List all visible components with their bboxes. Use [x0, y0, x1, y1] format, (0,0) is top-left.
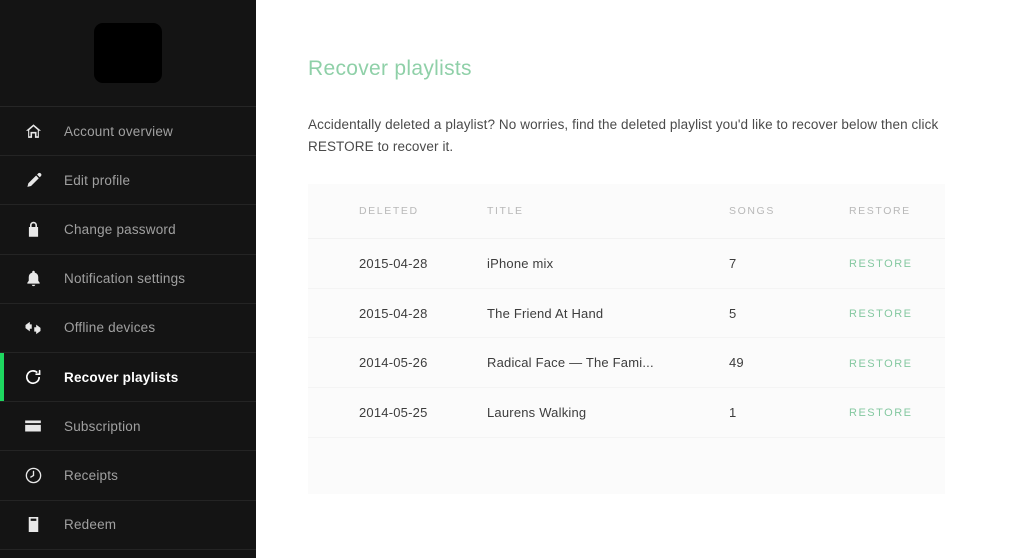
restore-button[interactable]: RESTORE [849, 407, 912, 419]
cell-playlist-title: The Friend At Hand [487, 305, 604, 321]
sidebar-item-account-overview[interactable]: Account overview [0, 107, 256, 157]
sidebar-item-notification-settings[interactable]: Notification settings [0, 255, 256, 304]
table-header-row: DELETED TITLE SONGS RESTORE [308, 184, 945, 239]
sidebar-item-label: Edit profile [64, 172, 131, 188]
ticket-icon [20, 512, 46, 538]
bell-icon [20, 266, 46, 292]
restore-button[interactable]: RESTORE [849, 308, 912, 320]
recover-playlists-table: DELETED TITLE SONGS RESTORE 2015-04-28 iP… [308, 184, 945, 494]
sidebar-item-edit-profile[interactable]: Edit profile [0, 156, 256, 206]
cell-song-count: 5 [729, 305, 737, 321]
cell-playlist-title: Laurens Walking [487, 404, 587, 420]
lock-icon [20, 216, 46, 242]
column-header-title: TITLE [487, 205, 524, 217]
sidebar-item-change-password[interactable]: Change password [0, 205, 256, 255]
sidebar-nav: Account overview Edit profile Change passw… [0, 107, 256, 550]
column-header-restore: RESTORE [849, 205, 911, 217]
column-header-songs: SONGS [729, 205, 775, 217]
cell-deleted-date: 2014-05-26 [359, 355, 428, 371]
cell-deleted-date: 2015-04-28 [359, 305, 428, 321]
restore-button[interactable]: RESTORE [849, 358, 912, 370]
sidebar-item-label: Receipts [64, 467, 119, 483]
sidebar-item-receipts[interactable]: Receipts [0, 451, 256, 501]
table-row: 2014-05-26 Radical Face — The Fami... 49 RE… [308, 338, 945, 389]
sidebar-item-label: Change password [64, 221, 176, 237]
cell-playlist-title: Radical Face — The Fami... [487, 355, 654, 371]
page-description: Accidentally deleted a playlist? No worr… [308, 117, 939, 154]
cell-deleted-date: 2015-04-28 [359, 255, 428, 271]
home-icon [20, 118, 46, 144]
table-row: 2015-04-28 iPhone mix 7 RESTORE [308, 239, 945, 289]
table-row: 2015-04-28 The Friend At Hand 5 RESTORE [308, 289, 945, 339]
app-root: Account overview Edit profile Change passw… [0, 0, 1023, 558]
cell-playlist-title: iPhone mix [487, 255, 554, 271]
sidebar-brand [0, 0, 256, 107]
active-indicator-bar [0, 352, 4, 402]
table-row: 2014-05-25 Laurens Walking 1 RESTORE [308, 388, 945, 438]
cell-song-count: 7 [729, 255, 737, 271]
main-content: Recover playlists Accidentally deleted a… [256, 0, 1023, 558]
credit-card-icon [20, 413, 46, 439]
offline-device-icon [20, 315, 46, 341]
cell-song-count: 1 [729, 404, 737, 420]
sidebar-item-label: Redeem [64, 517, 117, 533]
sidebar-item-offline-devices[interactable]: Offline devices [0, 304, 256, 353]
sidebar-item-redeem[interactable]: Redeem [0, 501, 256, 550]
sidebar-item-label: Account overview [64, 123, 173, 139]
restore-button[interactable]: RESTORE [849, 258, 912, 270]
pencil-icon [20, 167, 46, 193]
page-title: Recover playlists [308, 57, 472, 80]
table-body: 2015-04-28 iPhone mix 7 RESTORE 2015-04-28 Th… [308, 239, 945, 438]
sidebar: Account overview Edit profile Change passw… [0, 0, 256, 558]
sidebar-item-label: Offline devices [64, 320, 156, 336]
sidebar-item-recover-playlists[interactable]: Recover playlists [0, 352, 256, 403]
clock-icon [20, 462, 46, 488]
cell-deleted-date: 2014-05-25 [359, 404, 428, 420]
profile-avatar[interactable] [94, 23, 162, 83]
sidebar-item-label: Recover playlists [64, 369, 179, 385]
column-header-deleted: DELETED [359, 205, 419, 217]
cell-song-count: 49 [729, 355, 744, 371]
refresh-icon [20, 364, 46, 390]
sidebar-item-subscription[interactable]: Subscription [0, 402, 256, 452]
sidebar-item-label: Notification settings [64, 271, 186, 287]
sidebar-item-label: Subscription [64, 418, 141, 434]
